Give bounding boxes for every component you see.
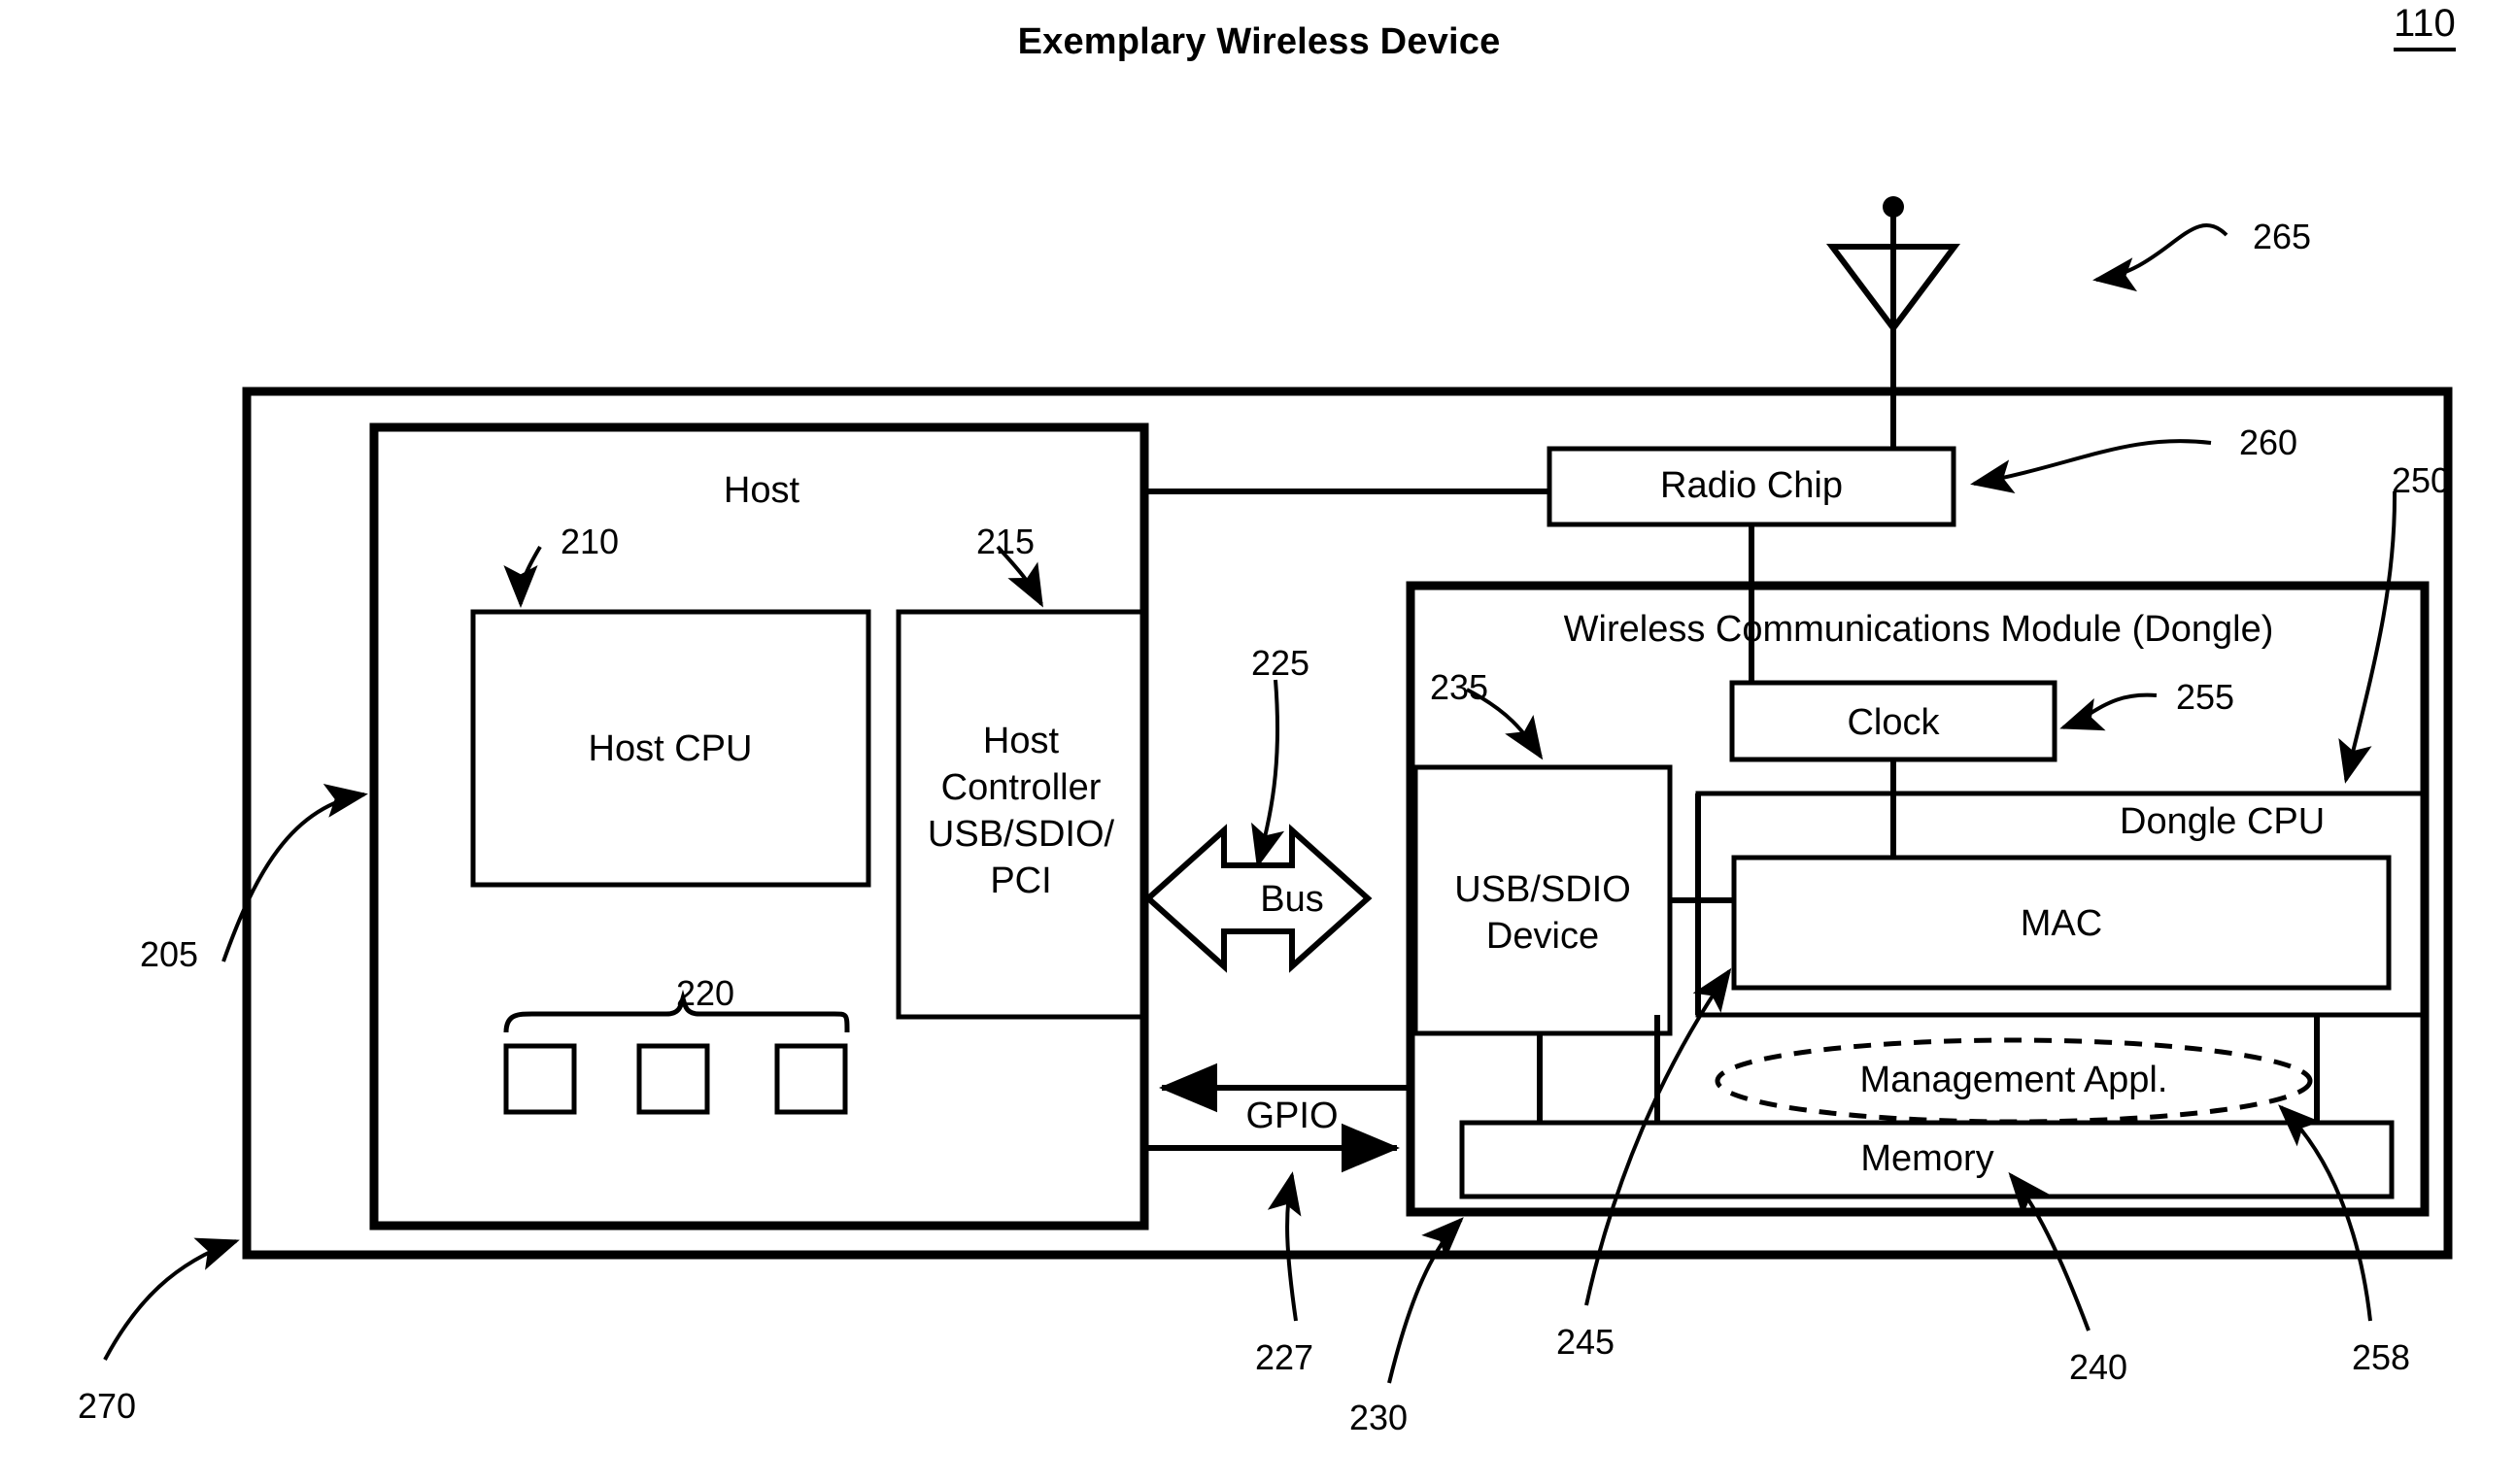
antenna-tip-dot	[1883, 196, 1904, 218]
host-cpu-label: Host CPU	[588, 728, 753, 769]
bus-double-arrow	[1143, 824, 1373, 973]
ref-255: 255	[2175, 677, 2235, 717]
diagram-vector-layer	[103, 196, 2453, 1384]
ref-250: 250	[2391, 460, 2451, 500]
radio-chip-label: Radio Chip	[1660, 465, 1843, 506]
mac-label: MAC	[2020, 903, 2103, 944]
host-controller-label-line4: PCI	[990, 860, 1052, 901]
ref-258: 258	[2351, 1337, 2411, 1377]
bus-label: Bus	[1260, 879, 1324, 920]
leader-205	[221, 783, 368, 962]
ref-265: 265	[2252, 217, 2312, 256]
leader-225	[1251, 679, 1285, 868]
figure-title: Exemplary Wireless Device	[1017, 21, 1501, 62]
leader-230	[1387, 1217, 1464, 1384]
leader-250	[2338, 490, 2397, 784]
gpio-label: GPIO	[1245, 1096, 1339, 1136]
usb-sdio-device-label-line2: Device	[1485, 916, 1600, 957]
ref-215: 215	[975, 522, 1036, 561]
leader-210	[503, 545, 542, 608]
host-peripheral-box-1	[503, 1043, 577, 1115]
antenna-triangle	[1826, 244, 1960, 333]
management-appl-label: Management Appl.	[1859, 1060, 2168, 1100]
ref-270: 270	[77, 1386, 137, 1426]
dongle-cpu-label: Dongle CPU	[2120, 801, 2326, 842]
leader-240	[2008, 1171, 2091, 1332]
ref-235: 235	[1429, 667, 1489, 707]
leader-227	[1267, 1171, 1302, 1322]
clock-label: Clock	[1847, 702, 1940, 743]
leader-265	[2092, 223, 2228, 292]
ref-225: 225	[1250, 643, 1310, 683]
usb-sdio-device-label-line1: USB/SDIO	[1454, 869, 1631, 910]
leader-255	[2059, 692, 2158, 731]
host-controller-label-line2: Controller	[940, 767, 1102, 808]
host-controller-label-line3: USB/SDIO/	[927, 814, 1115, 855]
host-peripheral-box-3	[774, 1043, 848, 1115]
figure-number: 110	[2394, 2, 2456, 51]
leader-258	[2278, 1104, 2372, 1322]
ref-230: 230	[1348, 1398, 1409, 1437]
memory-label: Memory	[1860, 1138, 1994, 1179]
host-controller-label-line1: Host	[982, 721, 1060, 761]
host-title: Host	[723, 470, 800, 511]
ref-245: 245	[1555, 1322, 1615, 1362]
leader-245	[1584, 967, 1732, 1306]
dongle-title: Wireless Communications Module (Dongle)	[1563, 609, 2274, 650]
ref-240: 240	[2068, 1347, 2128, 1387]
ref-227: 227	[1254, 1337, 1314, 1377]
patent-figure-page: Exemplary Wireless Device 110 Host Host …	[0, 0, 2516, 1484]
ref-260: 260	[2238, 422, 2298, 462]
leader-260	[1970, 439, 2212, 494]
leader-270	[103, 1237, 240, 1361]
ref-220: 220	[675, 973, 735, 1013]
host-peripheral-box-2	[636, 1043, 710, 1115]
ref-210: 210	[560, 522, 620, 561]
ref-205: 205	[139, 934, 199, 974]
